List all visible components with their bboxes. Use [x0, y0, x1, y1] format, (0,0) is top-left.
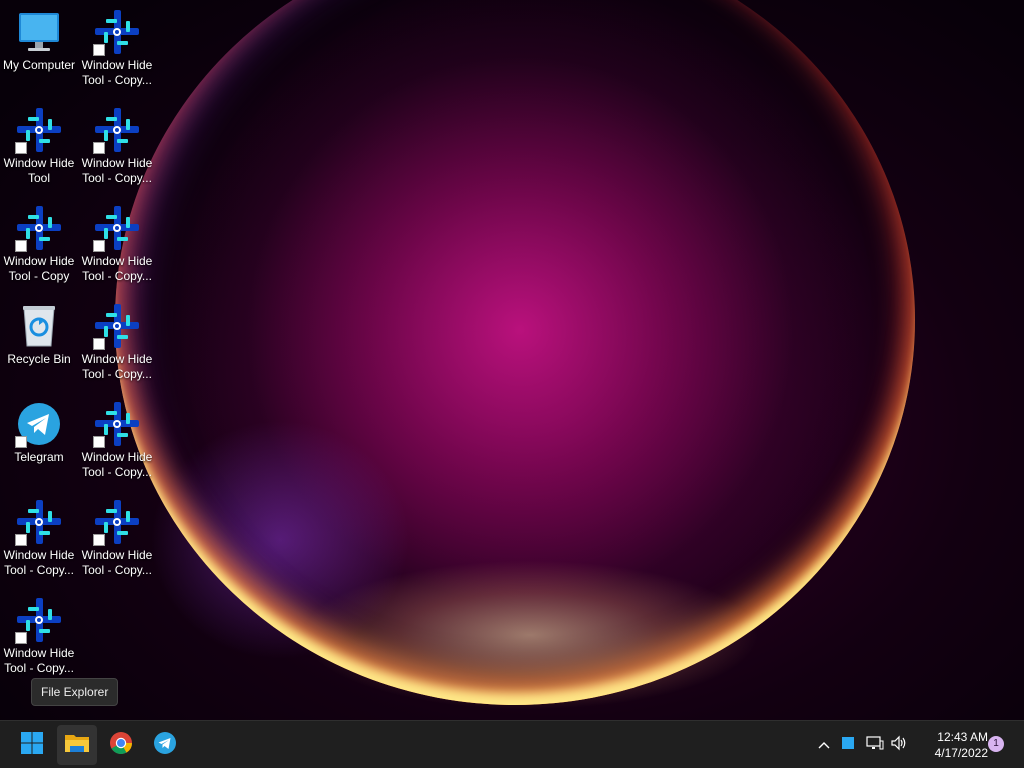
shortcut-arrow-icon [93, 240, 105, 252]
window-hide-tool-icon [15, 498, 63, 546]
desktop-icon-label: Recycle Bin [7, 352, 71, 366]
desktop-icon-my-computer[interactable]: My Computer [0, 8, 78, 73]
shortcut-arrow-icon [93, 44, 105, 56]
desktop-icon-label: Window Hide Tool - Copy [3, 254, 75, 283]
notification-badge[interactable]: 1 [988, 736, 1004, 752]
desktop-icon-label: Window Hide Tool - Copy... [81, 450, 153, 479]
shortcut-arrow-icon [93, 142, 105, 154]
folder-icon [64, 732, 90, 759]
desktop-icon-label: Window Hide Tool - Copy... [3, 646, 75, 675]
taskbar-file-explorer-button[interactable] [57, 725, 97, 765]
desktop-icon-window-hide-tool-copy[interactable]: Window Hide Tool - Copy... [78, 302, 156, 382]
window-hide-tool-icon [93, 204, 141, 252]
desktop-icon-recycle-bin[interactable]: Recycle Bin [0, 302, 78, 367]
window-hide-tool-icon [15, 106, 63, 154]
desktop-icon-window-hide-tool-copy[interactable]: Window Hide Tool - Copy... [78, 106, 156, 186]
clock-date: 4/17/2022 [934, 746, 988, 760]
window-hide-tool-icon [93, 302, 141, 350]
network-icon [866, 735, 884, 756]
desktop-icon-label: Window Hide Tool - Copy... [81, 352, 153, 381]
window-hide-tool-icon [15, 204, 63, 252]
desktop-icon-label: Telegram [14, 450, 64, 464]
desktop-icon-window-hide-tool-copy[interactable]: Window Hide Tool - Copy... [78, 204, 156, 284]
app-tray-icon [841, 736, 855, 755]
desktop-icon-label: Window Hide Tool - Copy... [81, 156, 153, 185]
window-hide-tool-icon [93, 106, 141, 154]
clock-time: 12:43 AM [937, 730, 988, 744]
taskbar: 12:43 AM 4/17/2022 [0, 720, 1024, 768]
window-hide-tool-icon [15, 596, 63, 644]
shortcut-arrow-icon [15, 240, 27, 252]
desktop-icon-label: Window Hide Tool - Copy... [81, 58, 153, 87]
clock[interactable]: 12:43 AM 4/17/2022 [912, 729, 988, 761]
window-hide-tool-icon [93, 400, 141, 448]
file-explorer-tooltip: File Explorer [31, 678, 119, 706]
telegram-icon [15, 400, 63, 448]
network-button[interactable] [864, 733, 886, 757]
desktop-icon-label: Window Hide Tool [3, 156, 75, 185]
chevron-up-icon [818, 736, 830, 754]
telegram-icon [153, 731, 177, 760]
shortcut-arrow-icon [15, 142, 27, 154]
recycle-bin-icon [15, 302, 63, 350]
desktop-icon-label: Window Hide Tool - Copy... [81, 254, 153, 283]
window-hide-tool-icon [93, 498, 141, 546]
shortcut-arrow-icon [93, 436, 105, 448]
window-hide-tool-icon [93, 8, 141, 56]
windows-start-icon [20, 731, 44, 760]
taskbar-chrome-button[interactable] [101, 725, 141, 765]
volume-button[interactable] [888, 733, 910, 757]
desktop-icon-window-hide-tool[interactable]: Window Hide Tool [0, 106, 78, 186]
chrome-icon [109, 731, 133, 760]
show-hidden-icons-button[interactable] [814, 733, 834, 757]
desktop-icon-label: Window Hide Tool - Copy... [3, 548, 75, 577]
desktop-icon-window-hide-tool-copy[interactable]: Window Hide Tool - Copy... [78, 498, 156, 578]
volume-icon [890, 735, 908, 756]
desktop-icon-window-hide-tool-copy[interactable]: Window Hide Tool - Copy... [0, 498, 78, 578]
shortcut-arrow-icon [15, 534, 27, 546]
desktop-icon-window-hide-tool-copy[interactable]: Window Hide Tool - Copy... [78, 8, 156, 88]
monitor-icon [15, 8, 63, 56]
desktop-icon-label: Window Hide Tool - Copy... [81, 548, 153, 577]
taskbar-start-button[interactable] [12, 725, 52, 765]
desktop-icon-window-hide-tool-copy[interactable]: Window Hide Tool - Copy... [0, 596, 78, 676]
shortcut-arrow-icon [15, 436, 27, 448]
shortcut-arrow-icon [93, 338, 105, 350]
shortcut-arrow-icon [93, 534, 105, 546]
taskbar-telegram-button[interactable] [145, 725, 185, 765]
shortcut-arrow-icon [15, 632, 27, 644]
desktop-icon-window-hide-tool-copy[interactable]: Window Hide Tool - Copy... [78, 400, 156, 480]
desktop-icon-label: My Computer [2, 58, 76, 72]
tray-app-button[interactable] [838, 733, 858, 757]
desktop-icon-telegram[interactable]: Telegram [0, 400, 78, 465]
desktop-icon-window-hide-tool-copy[interactable]: Window Hide Tool - Copy [0, 204, 78, 284]
